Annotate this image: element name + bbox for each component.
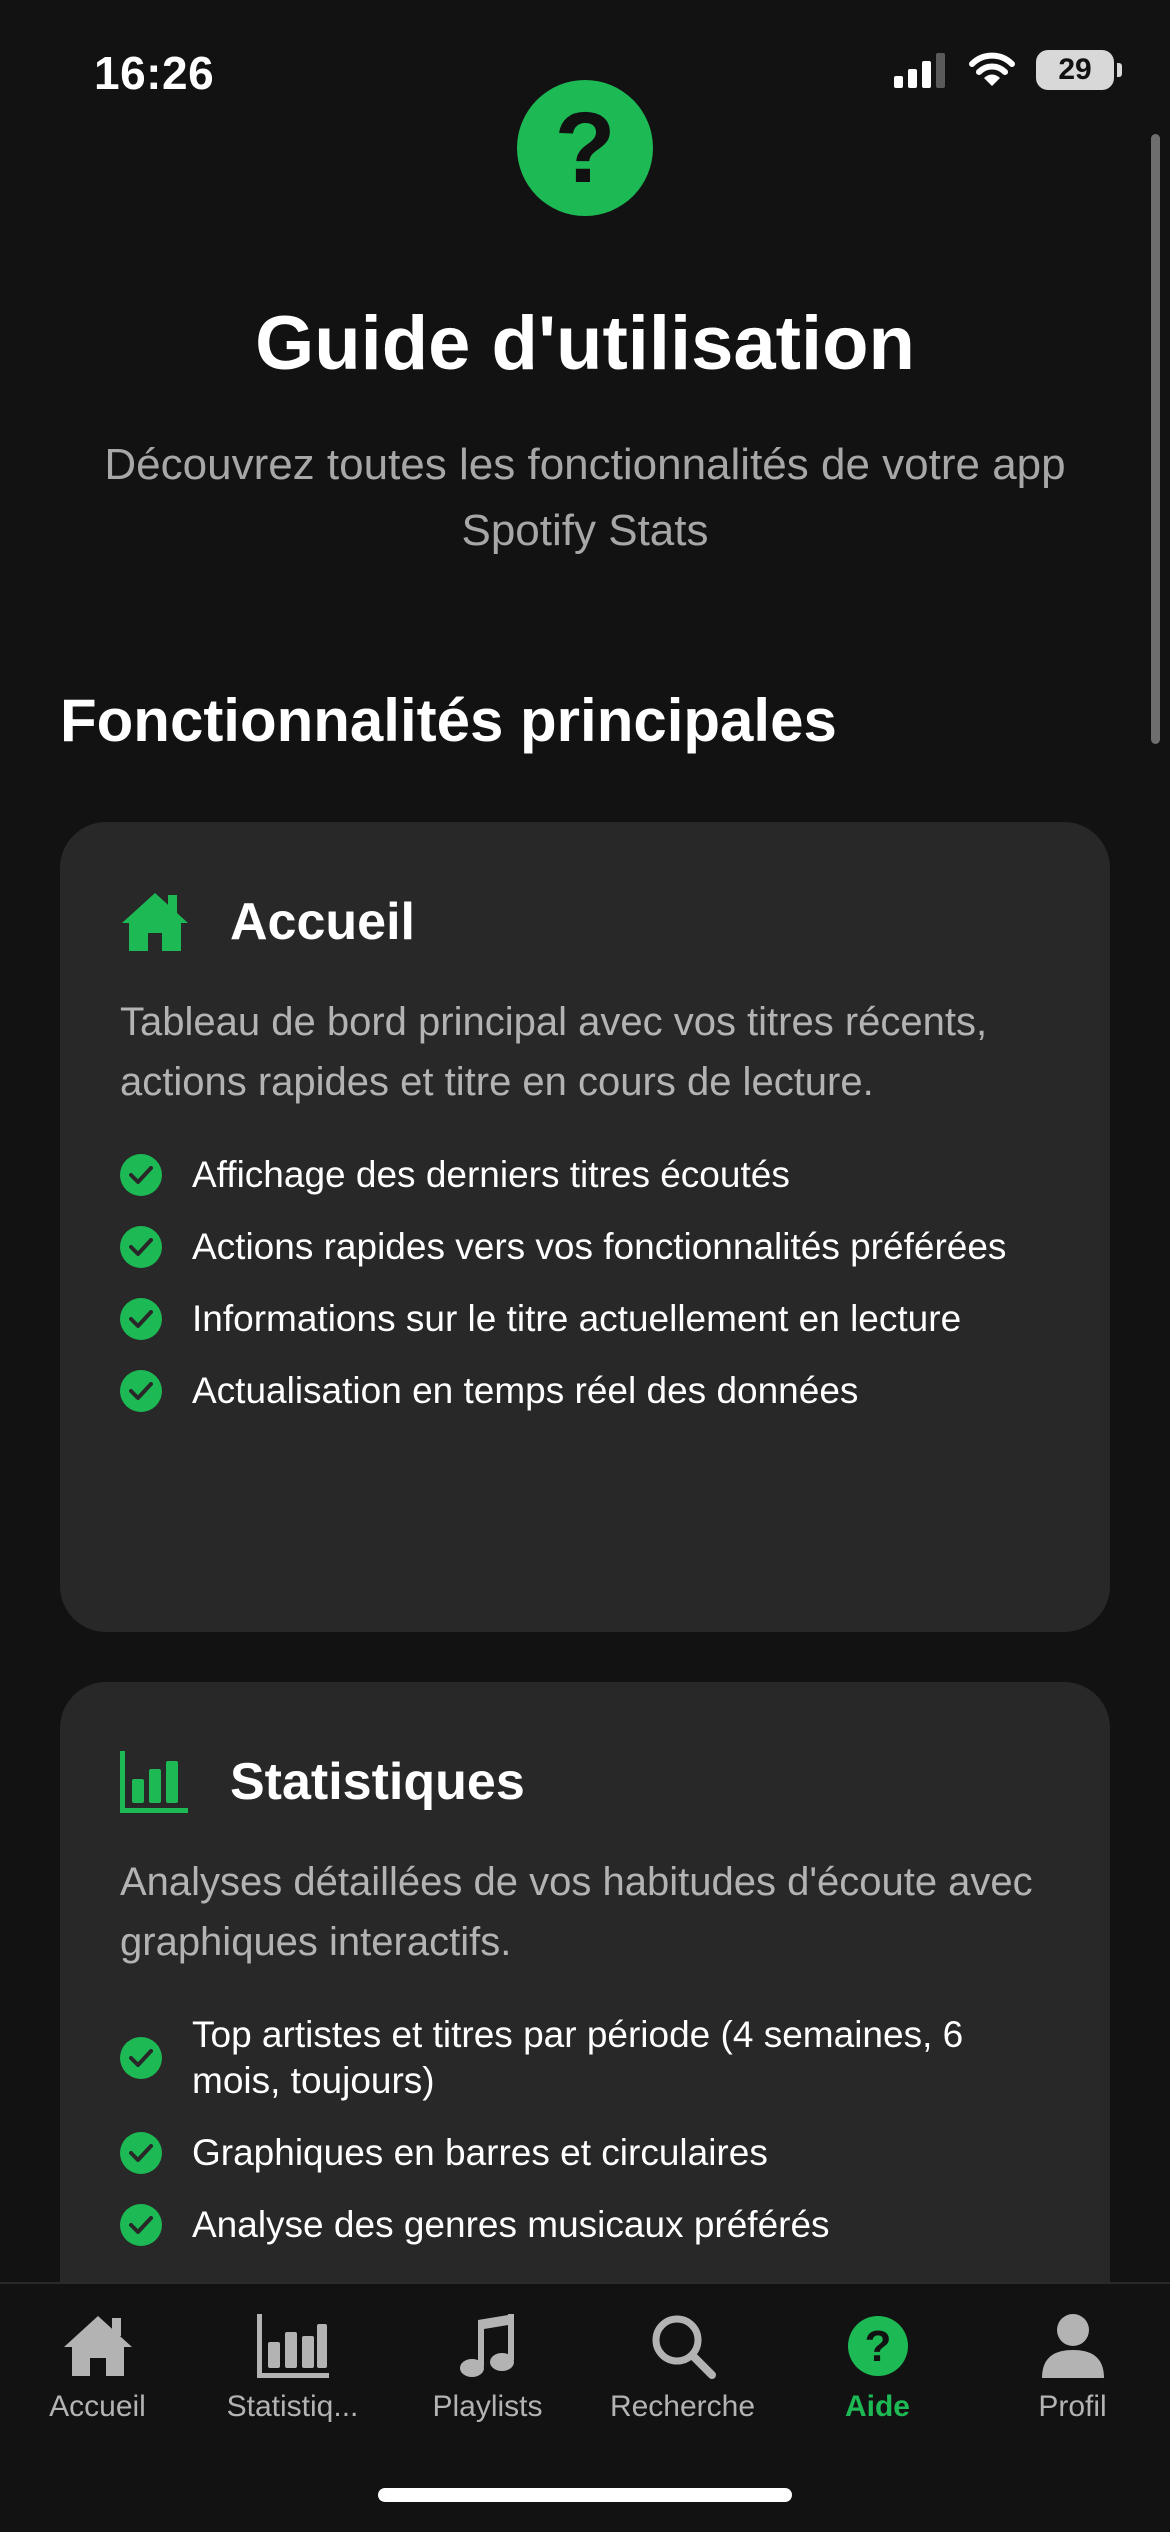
feature-list: Top artistes et titres par période (4 se… [120, 2012, 1050, 2248]
home-icon [58, 2306, 138, 2386]
card-description: Tableau de bord principal avec vos titre… [120, 1000, 988, 1104]
card-title: Accueil [230, 893, 415, 951]
feature-item: Informations sur le titre actuellement e… [120, 1296, 1050, 1342]
check-circle-icon [120, 1370, 162, 1412]
screen: 16:26 29 ? Guide d'utilisation Découvrez… [0, 0, 1170, 2532]
check-circle-icon [120, 2132, 162, 2174]
tab-profil[interactable]: Profil [975, 2306, 1170, 2444]
check-circle-icon [120, 1298, 162, 1340]
feature-text: Affichage des derniers titres écoutés [192, 1154, 790, 1195]
feature-text: Actions rapides vers vos fonctionnalités… [192, 1226, 1007, 1267]
bar-chart-icon [253, 2306, 333, 2386]
status-time: 16:26 [94, 47, 215, 99]
feature-item: Top artistes et titres par période (4 se… [120, 2012, 1050, 2104]
bar-chart-icon [120, 1747, 190, 1817]
tab-label: Accueil [49, 2390, 146, 2423]
tab-statistiques[interactable]: Statistiq... [195, 2306, 390, 2444]
feature-item: Analyse des genres musicaux préférés [120, 2202, 1050, 2248]
cellular-signal-icon [894, 53, 945, 88]
tab-recherche[interactable]: Recherche [585, 2306, 780, 2444]
page-subtitle: Découvrez toutes les fonctionnalités de … [104, 440, 1066, 555]
tab-label: Profil [1038, 2390, 1107, 2423]
feature-item: Graphiques en barres et circulaires [120, 2130, 1050, 2176]
feature-text: Actualisation en temps réel des données [192, 1370, 859, 1411]
check-circle-icon [120, 2037, 162, 2079]
check-circle-icon [120, 2204, 162, 2246]
tab-accueil[interactable]: Accueil [0, 2306, 195, 2444]
card-header: Statistiques [120, 1742, 1050, 1822]
person-icon [1033, 2306, 1113, 2386]
status-icons: 29 [894, 50, 1122, 90]
check-circle-icon [120, 1226, 162, 1268]
help-icon: ? [838, 2306, 918, 2386]
tab-label: Statistiq... [226, 2390, 359, 2423]
battery-icon: 29 [1036, 50, 1122, 90]
tab-label: Playlists [432, 2390, 543, 2423]
feature-item: Affichage des derniers titres écoutés [120, 1152, 1050, 1198]
scroll-indicator[interactable] [1151, 134, 1160, 744]
svg-text:?: ? [864, 2322, 891, 2371]
feature-text: Graphiques en barres et circulaires [192, 2132, 768, 2173]
tab-playlists[interactable]: Playlists [390, 2306, 585, 2444]
home-indicator[interactable] [378, 2488, 792, 2502]
music-note-icon [448, 2306, 528, 2386]
wifi-icon [969, 52, 1015, 86]
feature-list: Affichage des derniers titres écoutés Ac… [120, 1152, 1050, 1414]
battery-level: 29 [1058, 53, 1092, 86]
check-circle-icon [120, 1154, 162, 1196]
tab-list: Accueil Statistiq... Playlists Recherche… [0, 2284, 1170, 2444]
feature-card-accueil: Accueil Tableau de bord principal avec v… [60, 822, 1110, 1632]
page-title: Guide d'utilisation [255, 301, 915, 386]
question-mark-icon: ? [517, 80, 653, 216]
tab-label: Aide [844, 2390, 910, 2423]
home-icon [120, 887, 190, 957]
feature-item: Actualisation en temps réel des données [120, 1368, 1050, 1414]
section-title: Fonctionnalités principales [60, 687, 837, 754]
card-description: Analyses détaillées de vos habitudes d'é… [120, 1860, 1033, 1964]
search-icon [643, 2306, 723, 2386]
tab-label: Recherche [609, 2390, 756, 2423]
card-header: Accueil [120, 882, 1050, 962]
feature-text: Informations sur le titre actuellement e… [192, 1298, 962, 1339]
feature-text: Top artistes et titres par période (4 se… [192, 2014, 964, 2101]
tab-aide[interactable]: ? Aide [780, 2306, 975, 2444]
feature-item: Actions rapides vers vos fonctionnalités… [120, 1224, 1050, 1270]
card-title: Statistiques [230, 1753, 525, 1811]
feature-text: Analyse des genres musicaux préférés [192, 2204, 830, 2245]
